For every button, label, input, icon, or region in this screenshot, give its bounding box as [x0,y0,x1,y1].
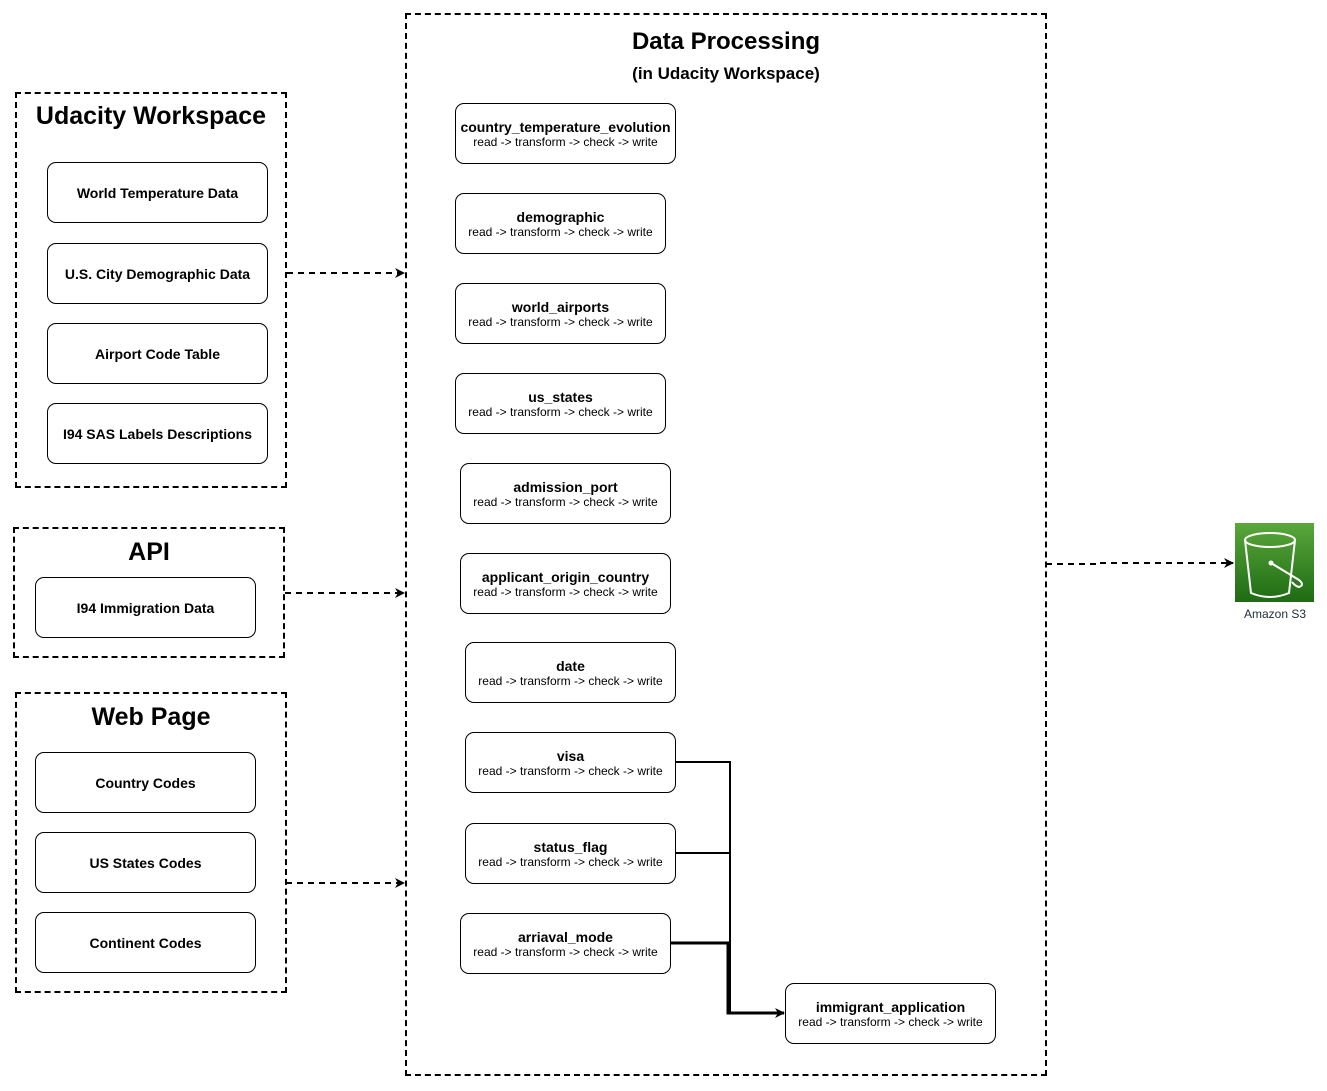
job-name: immigrant_application [815,998,966,1015]
job-date[interactable]: date read -> transform -> check -> write [465,642,676,703]
source-label: US States Codes [89,854,202,871]
api-title: API [128,538,170,566]
job-demographic[interactable]: demographic read -> transform -> check -… [455,193,666,254]
source-i94-sas-labels-descriptions[interactable]: I94 SAS Labels Descriptions [47,403,268,464]
job-admission-port[interactable]: admission_port read -> transform -> chec… [460,463,671,524]
job-name: world_airports [511,298,610,315]
source-label: I94 Immigration Data [76,599,215,616]
job-steps: read -> transform -> check -> write [473,134,658,149]
job-steps: read -> transform -> check -> write [478,763,663,778]
job-name: applicant_origin_country [481,568,650,585]
source-country-codes[interactable]: Country Codes [35,752,256,813]
source-airport-code-table[interactable]: Airport Code Table [47,323,268,384]
data-processing-subtitle: (in Udacity Workspace) [632,64,820,83]
job-steps: read -> transform -> check -> write [468,404,653,419]
source-label: Country Codes [95,774,196,791]
job-visa[interactable]: visa read -> transform -> check -> write [465,732,676,793]
job-name: visa [556,747,585,764]
job-applicant-origin-country[interactable]: applicant_origin_country read -> transfo… [460,553,671,614]
udacity-workspace-title: Udacity Workspace [35,102,267,130]
arrow-processing-to-s3 [1046,558,1234,568]
job-world-airports[interactable]: world_airports read -> transform -> chec… [455,283,666,344]
amazon-s3-label: Amazon S3 [1243,607,1307,621]
source-world-temperature-data[interactable]: World Temperature Data [47,162,268,223]
job-steps: read -> transform -> check -> write [478,854,663,869]
job-name: country_temperature_evolution [460,118,671,135]
source-us-city-demographic-data[interactable]: U.S. City Demographic Data [47,243,268,304]
job-name: date [556,657,585,674]
job-steps: read -> transform -> check -> write [473,944,658,959]
job-us-states[interactable]: us_states read -> transform -> check -> … [455,373,666,434]
job-immigrant-application[interactable]: immigrant_application read -> transform … [785,983,996,1044]
source-us-states-codes[interactable]: US States Codes [35,832,256,893]
job-arriaval-mode[interactable]: arriaval_mode read -> transform -> check… [460,913,671,974]
job-steps: read -> transform -> check -> write [473,584,658,599]
amazon-s3-bucket-icon[interactable] [1235,523,1314,602]
job-country-temperature-evolution[interactable]: country_temperature_evolution read -> tr… [455,103,676,164]
job-name: admission_port [513,478,618,495]
job-name: us_states [528,388,593,405]
job-name: status_flag [533,838,608,855]
data-processing-title: Data Processing [631,28,821,55]
job-steps: read -> transform -> check -> write [798,1014,983,1029]
job-status-flag[interactable]: status_flag read -> transform -> check -… [465,823,676,884]
source-label: U.S. City Demographic Data [64,265,251,282]
source-label: I94 SAS Labels Descriptions [62,425,253,442]
job-name: arriaval_mode [518,928,613,945]
bucket-glyph-icon [1244,532,1303,598]
job-steps: read -> transform -> check -> write [468,224,653,239]
job-name: demographic [516,208,605,225]
source-i94-immigration-data[interactable]: I94 Immigration Data [35,577,256,638]
job-steps: read -> transform -> check -> write [468,314,653,329]
source-label: Airport Code Table [95,345,220,362]
source-label: Continent Codes [89,934,202,951]
job-steps: read -> transform -> check -> write [478,673,663,688]
source-continent-codes[interactable]: Continent Codes [35,912,256,973]
job-steps: read -> transform -> check -> write [473,494,658,509]
web-page-title: Web Page [91,703,211,731]
source-label: World Temperature Data [76,184,239,201]
